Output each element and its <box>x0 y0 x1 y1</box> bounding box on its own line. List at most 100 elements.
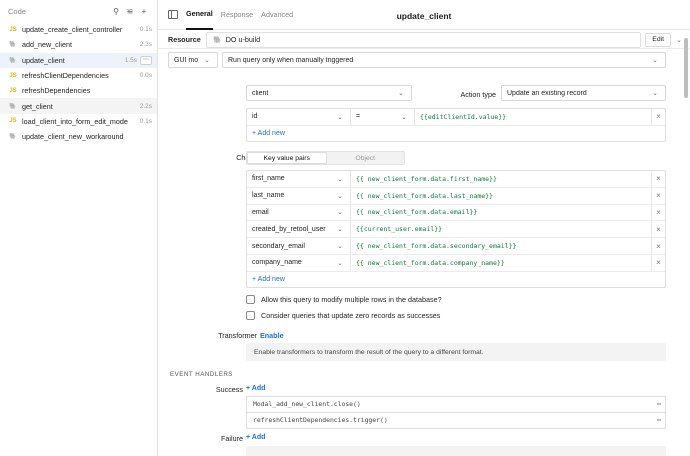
query-name: add_new_client <box>22 40 72 50</box>
zero-records-label: Consider queries that update zero record… <box>261 311 441 320</box>
filter-table: id ⌄ = ⌄ {{editClientId.value}} × + Add … <box>246 108 666 142</box>
query-item[interactable]: 🐘 update_client_new_workaround <box>0 129 157 144</box>
handler-label: refreshClientDependencies.trigger() <box>253 416 388 425</box>
query-item[interactable]: JS refreshClientDependencies 0.0s <box>0 68 157 83</box>
changeset-key: secondary_email <box>252 242 305 250</box>
close-icon[interactable]: × <box>652 221 665 237</box>
tab-advanced[interactable]: Advanced <box>261 0 293 30</box>
more-icon[interactable]: ⋯ <box>657 416 661 424</box>
chevron-down-icon: ⌄ <box>652 90 658 97</box>
changeset-value-input[interactable]: {{ new_client_form.data.last_name}} <box>351 187 652 204</box>
query-item[interactable]: JS load_client_into_form_edit_mode 0.1s <box>0 114 157 129</box>
query-run-time: 0.1s <box>139 26 152 34</box>
changeset-key: company_name <box>252 259 302 267</box>
filter-operator-select[interactable]: = ⌄ <box>351 109 415 125</box>
zero-records-checkbox[interactable] <box>246 311 255 320</box>
query-name: refreshClientDependencies <box>22 71 109 81</box>
toggle-panel-icon[interactable] <box>168 10 178 19</box>
changeset-value-input[interactable]: {{ new_client_form.data.secondary_email}… <box>351 238 652 254</box>
postgres-icon: 🐘 <box>9 103 17 110</box>
javascript-icon: JS <box>9 72 17 79</box>
success-handler[interactable]: refreshClientDependencies.trigger() ⋯ <box>246 412 666 429</box>
query-name: get_client <box>22 101 53 111</box>
chevron-down-icon[interactable]: ⌄ <box>674 36 684 44</box>
postgres-icon: 🐘 <box>9 42 17 49</box>
close-icon[interactable]: × <box>652 171 665 187</box>
filter-value-input[interactable]: {{editClientId.value}} <box>415 109 652 125</box>
changeset-value-input[interactable]: {{ new_client_form.data.company_name}} <box>351 254 652 271</box>
query-name: load_client_into_form_edit_mode <box>22 116 128 126</box>
query-item[interactable]: JS refreshDependencies <box>0 83 157 98</box>
chevron-down-icon: ⌄ <box>398 90 404 97</box>
changeset-row: secondary_email ⌄ {{ new_client_form.data.… <box>247 238 665 255</box>
key-value-pairs-option[interactable]: Key value pairs <box>247 152 327 164</box>
changeset-key-select[interactable]: first_name ⌄ <box>247 171 351 187</box>
chevron-down-icon: ⌄ <box>652 57 658 64</box>
changeset-key: created_by_retool_user <box>252 225 326 233</box>
chevron-down-icon: ⌄ <box>337 113 343 121</box>
query-item[interactable]: JS update_create_client_controller 0.1s <box>0 22 157 37</box>
table-select[interactable]: client ⌄ <box>246 85 412 101</box>
close-icon[interactable]: × <box>652 188 665 204</box>
transformer-enable-link[interactable]: Enable <box>260 331 284 340</box>
edit-resource-button[interactable]: Edit <box>645 32 671 47</box>
failure-add-link[interactable]: + Add <box>246 434 265 441</box>
changeset-key: first_name <box>252 175 285 183</box>
postgres-icon: 🐘 <box>213 36 222 44</box>
failure-label: Failure <box>221 434 243 443</box>
transformer-label: Transformer <box>218 331 257 340</box>
query-item[interactable]: 🐘 update_client 1.5s ⋯ <box>0 52 157 68</box>
multiple-rows-option[interactable]: Allow this query to modify multiple rows… <box>246 295 442 304</box>
changeset-value-input[interactable]: {{ new_client_form.data.first_name}} <box>351 171 652 187</box>
changeset-value-input[interactable]: {{current_user.email}} <box>351 221 652 238</box>
success-handlers: Modal_add_new_client.close() ⋯ refreshCl… <box>246 396 666 429</box>
add-query-icon[interactable]: + <box>137 7 151 16</box>
success-handler[interactable]: Modal_add_new_client.close() ⋯ <box>246 396 666 413</box>
chevron-down-icon: ⌄ <box>337 259 343 267</box>
more-icon[interactable]: ⋯ <box>657 400 661 408</box>
object-option[interactable]: Object <box>327 152 405 164</box>
scrollbar[interactable] <box>684 38 688 98</box>
close-icon[interactable]: × <box>652 255 665 271</box>
gui-mode-select[interactable]: GUI mode ⌄ <box>168 52 218 68</box>
changeset-key-select[interactable]: company_name ⌄ <box>247 254 351 271</box>
multiple-rows-checkbox[interactable] <box>246 295 255 304</box>
resource-value: DO u-build <box>225 35 261 44</box>
changeset-value-input[interactable]: {{ new_client_form.data.email}} <box>351 204 652 221</box>
changeset-table: first_name ⌄ {{ new_client_form.data.first… <box>246 170 666 288</box>
multiple-rows-label: Allow this query to modify multiple rows… <box>261 295 442 304</box>
close-icon[interactable]: × <box>652 109 665 125</box>
filter-operator: = <box>356 113 361 121</box>
query-name: refreshDependencies <box>22 86 91 96</box>
query-item[interactable]: 🐘 add_new_client 2.3s <box>0 37 157 52</box>
more-icon[interactable]: ⋯ <box>140 55 152 65</box>
filter-column-select[interactable]: id ⌄ <box>247 109 351 125</box>
sidebar-header: Code ⚲ ≌ + <box>0 0 157 22</box>
changeset-key-select[interactable]: last_name ⌄ <box>247 187 351 204</box>
changeset-key-select[interactable]: created_by_retool_user ⌄ <box>247 221 351 238</box>
javascript-icon: JS <box>9 118 17 125</box>
filter-add-new-link[interactable]: + Add new <box>247 126 665 141</box>
resource-select[interactable]: 🐘 DO u-build <box>206 31 642 48</box>
close-icon[interactable]: × <box>652 205 665 221</box>
zero-records-option[interactable]: Consider queries that update zero record… <box>246 311 440 320</box>
changeset-row: company_name ⌄ {{ new_client_form.data.com… <box>247 254 665 272</box>
javascript-icon: JS <box>9 87 17 94</box>
close-icon[interactable]: × <box>652 238 665 254</box>
query-run-time: 0.1s <box>139 117 152 125</box>
success-add-link[interactable]: + Add <box>246 385 265 392</box>
handler-label: Modal_add_new_client.close() <box>253 400 361 409</box>
query-item[interactable]: 🐘 get_client 2.2s <box>0 98 157 114</box>
action-type-select[interactable]: Update an existing record ⌄ <box>501 85 666 101</box>
changeset-add-new-link[interactable]: + Add new <box>247 272 665 287</box>
changeset-key-select[interactable]: secondary_email ⌄ <box>247 238 351 254</box>
success-label: Success <box>215 385 243 394</box>
trigger-select[interactable]: Run query only when manually triggered ⌄ <box>222 52 666 68</box>
tab-response[interactable]: Response <box>221 0 253 30</box>
tab-general[interactable]: General <box>186 0 213 30</box>
filter-icon[interactable]: ≌ <box>123 7 137 16</box>
failure-info <box>246 446 666 456</box>
changeset-key-select[interactable]: email ⌄ <box>247 204 351 221</box>
changeset-row: created_by_retool_user ⌄ {{current_user.em… <box>247 221 665 239</box>
search-icon[interactable]: ⚲ <box>109 7 123 16</box>
